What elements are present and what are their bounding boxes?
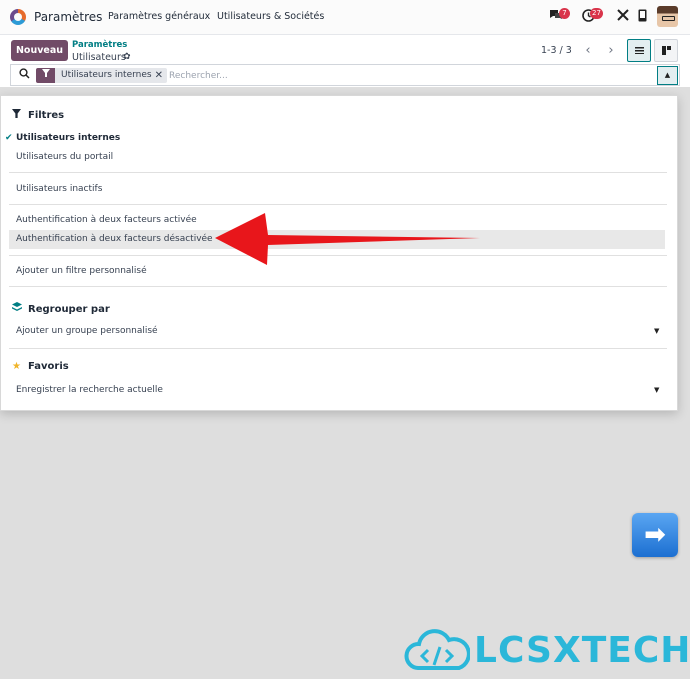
next-arrow-icon[interactable]: ➡ — [632, 513, 678, 557]
search-input[interactable] — [169, 68, 629, 83]
breadcrumb-parent[interactable]: Paramètres — [72, 40, 127, 50]
watermark-logo: LCSXTECH — [404, 628, 690, 674]
tools-icon[interactable] — [615, 9, 631, 25]
filter-portal-users[interactable]: Utilisateurs du portail — [16, 152, 113, 162]
filter-2fa-disabled[interactable]: Authentification à deux facteurs désacti… — [16, 234, 213, 244]
user-avatar[interactable] — [657, 6, 678, 27]
search-panel-toggle[interactable]: ▲ — [657, 66, 678, 85]
search-facet: Utilisateurs internes ✕ — [55, 68, 167, 83]
search-bar: Utilisateurs internes ✕ — [10, 64, 680, 86]
watermark-text: LCSXTECH — [474, 630, 690, 671]
save-current-search[interactable]: Enregistrer la recherche actuelle — [16, 385, 163, 395]
phone-icon[interactable] — [634, 9, 650, 25]
new-button[interactable]: Nouveau — [11, 40, 68, 61]
pager-previous-icon[interactable]: ‹ — [578, 41, 598, 61]
divider — [9, 172, 667, 173]
filter-2fa-enabled[interactable]: Authentification à deux facteurs activée — [16, 215, 197, 225]
filter-icon — [12, 109, 24, 121]
add-custom-filter[interactable]: Ajouter un filtre personnalisé — [16, 266, 147, 276]
add-custom-group[interactable]: Ajouter un groupe personnalisé — [16, 326, 158, 336]
gear-icon[interactable]: ✿ — [123, 52, 131, 62]
chevron-down-icon[interactable]: ▼ — [654, 327, 659, 335]
filter-internal-users[interactable]: ✔ Utilisateurs internes — [5, 133, 120, 143]
app-logo-icon[interactable] — [10, 9, 26, 25]
divider — [9, 286, 667, 287]
app-title[interactable]: Paramètres — [34, 10, 102, 24]
menu-general-settings[interactable]: Paramètres généraux — [108, 11, 210, 22]
checkmark-icon: ✔ — [5, 133, 13, 143]
caret-up-icon: ▲ — [664, 71, 671, 79]
list-icon — [635, 47, 644, 54]
groupby-heading: Regrouper par — [12, 302, 110, 315]
cloud-code-icon — [404, 629, 470, 670]
filter-inactive-users[interactable]: Utilisateurs inactifs — [16, 184, 102, 194]
activity-count-badge: 27 — [590, 8, 603, 19]
chat-count-badge: 7 — [559, 8, 570, 19]
kanban-icon — [662, 46, 671, 55]
chevron-down-icon[interactable]: ▼ — [654, 386, 659, 394]
pager-value[interactable]: 1-3 / 3 — [541, 45, 572, 56]
layers-icon — [12, 302, 24, 315]
divider — [9, 348, 667, 349]
filter-icon — [36, 68, 55, 83]
list-view-button[interactable] — [627, 39, 651, 62]
menu-users-companies[interactable]: Utilisateurs & Sociétés — [217, 11, 324, 22]
favorites-heading: ★ Favoris — [12, 361, 69, 372]
remove-facet-icon[interactable]: ✕ — [155, 68, 163, 83]
pager-next-icon[interactable]: › — [601, 41, 621, 61]
red-arrow-annotation — [215, 213, 480, 265]
facet-label: Utilisateurs internes — [61, 70, 152, 80]
kanban-view-button[interactable] — [654, 39, 678, 62]
search-icon[interactable] — [19, 68, 30, 82]
star-icon: ★ — [12, 361, 21, 372]
filters-heading: Filtres — [12, 109, 64, 121]
breadcrumb-current: Utilisateurs — [72, 52, 126, 63]
top-navbar: Paramètres Paramètres généraux Utilisate… — [0, 0, 690, 35]
